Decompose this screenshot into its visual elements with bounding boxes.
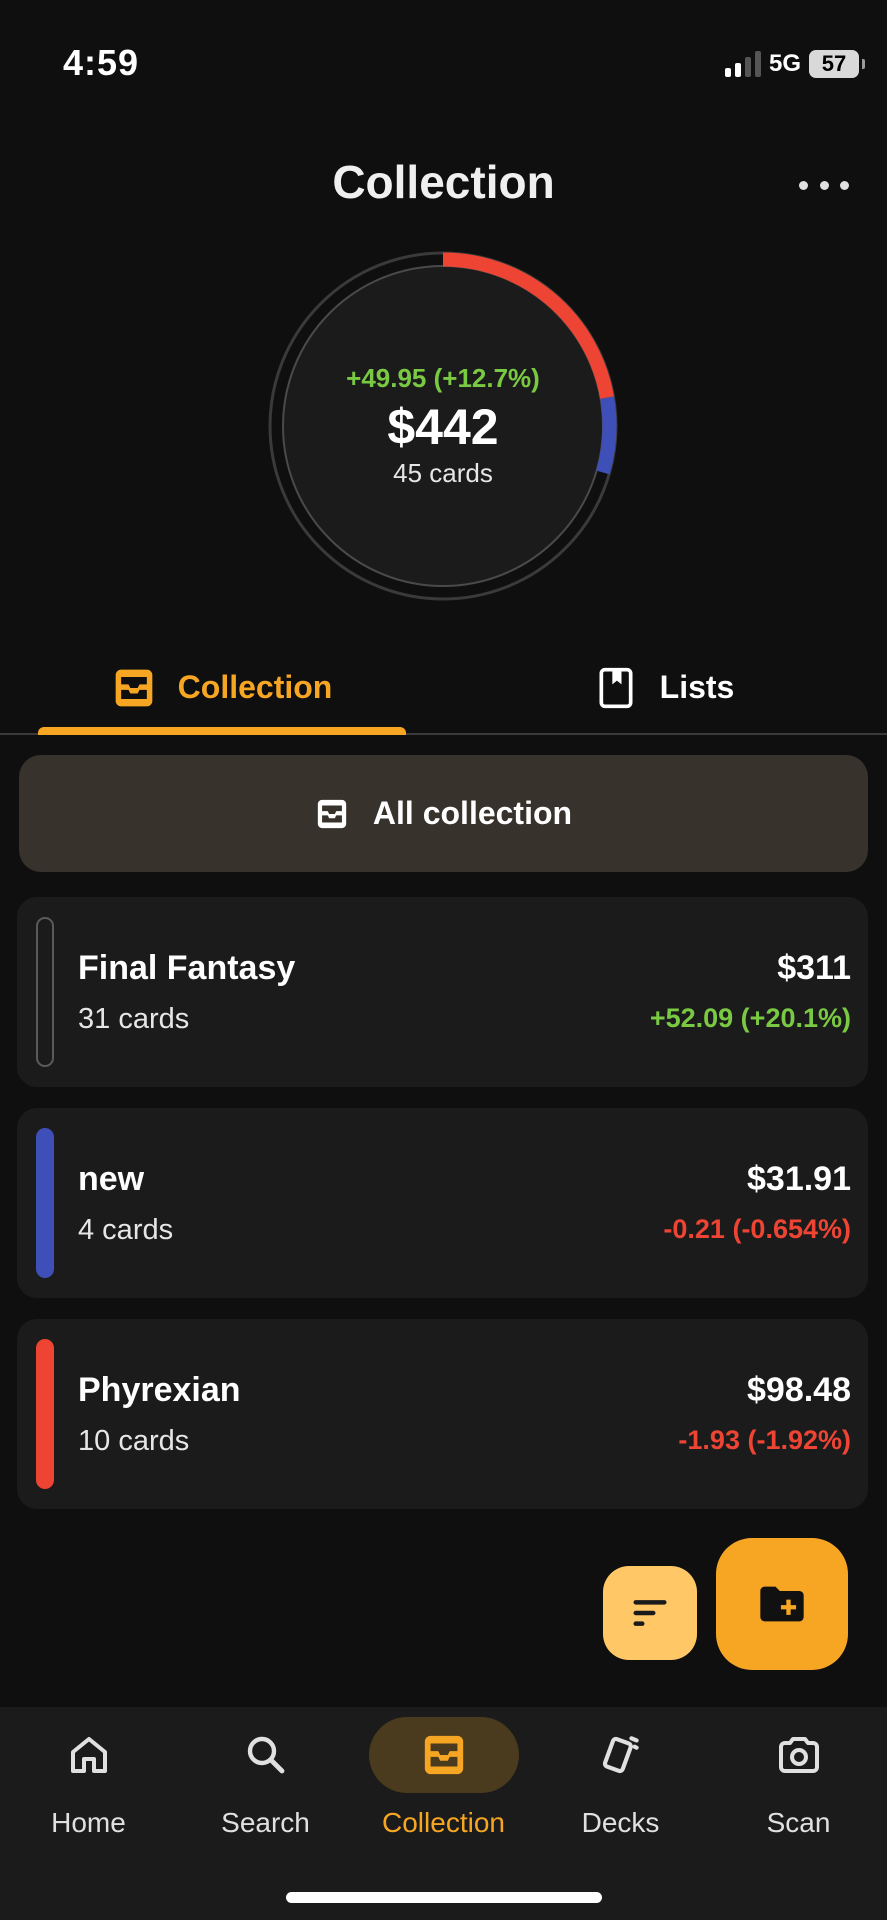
tab-lists[interactable]: Lists (480, 640, 848, 735)
bottom-navigation: Home Search Collection Decks Scan (0, 1707, 887, 1920)
sort-icon (633, 1600, 667, 1626)
active-tab-indicator (38, 727, 406, 735)
network-label: 5G (768, 50, 801, 77)
list-card-count: 31 cards (78, 1003, 190, 1035)
tab-collection[interactable]: Collection (38, 640, 406, 735)
total-card-count: 45 cards (393, 458, 493, 488)
nav-search[interactable]: Search (177, 1717, 354, 1857)
list-item[interactable]: new 4 cards $31.91 -0.21 (-0.654%) (17, 1108, 868, 1298)
more-dot-icon (819, 180, 829, 190)
list-item[interactable]: Final Fantasy 31 cards $311 +52.09 (+20.… (17, 897, 868, 1087)
status-bar: 4:59 5G 57 (0, 0, 887, 130)
folder-add-icon (760, 1586, 804, 1622)
all-collection-button[interactable]: All collection (19, 755, 868, 872)
tab-lists-label: Lists (659, 669, 735, 705)
inbox-tray-icon (115, 669, 152, 706)
page-title: Collection (332, 156, 555, 208)
all-collection-label: All collection (372, 795, 573, 831)
list-item[interactable]: Phyrexian 10 cards $98.48 -1.93 (-1.92%) (17, 1319, 868, 1509)
book-icon (599, 667, 633, 708)
list-change: -0.21 (-0.654%) (663, 1214, 851, 1244)
list-color-bar (36, 1128, 54, 1278)
nav-collection[interactable]: Collection (355, 1717, 532, 1857)
home-icon (70, 1737, 107, 1773)
cards-icon (602, 1736, 639, 1774)
home-indicator (286, 1892, 602, 1903)
list-change: +52.09 (+20.1%) (649, 1003, 851, 1033)
list-value: $31.91 (747, 1160, 851, 1198)
nav-decks-label: Decks (581, 1807, 660, 1838)
inbox-tray-icon (317, 799, 347, 828)
list-card-count: 10 cards (78, 1425, 190, 1457)
collection-value-ring: +49.95 (+12.7%) $442 45 cards (267, 250, 619, 602)
sort-button[interactable] (603, 1566, 697, 1660)
nav-home-label: Home (51, 1807, 126, 1838)
list-color-bar (36, 1339, 54, 1489)
more-dot-icon (840, 180, 849, 190)
search-icon (247, 1736, 284, 1774)
total-value: $442 (387, 399, 499, 455)
nav-search-label: Search (221, 1807, 310, 1838)
nav-home[interactable]: Home (0, 1717, 177, 1857)
signal-icon (724, 51, 761, 77)
list-name: Final Fantasy (78, 949, 296, 987)
status-indicators: 5G 57 (724, 50, 865, 78)
total-change: +49.95 (+12.7%) (346, 363, 540, 393)
list-card-count: 4 cards (78, 1214, 174, 1246)
tab-bar: Collection Lists (0, 640, 887, 735)
camera-icon (778, 1737, 819, 1773)
list-name: new (78, 1160, 145, 1198)
list-value: $98.48 (747, 1371, 851, 1409)
nav-collection-label: Collection (382, 1807, 505, 1838)
more-dot-icon (799, 180, 808, 190)
inbox-tray-icon (424, 1735, 463, 1775)
battery-icon: 57 (809, 50, 865, 78)
list-change: -1.93 (-1.92%) (678, 1425, 851, 1455)
list-name: Phyrexian (78, 1371, 241, 1409)
list-value: $311 (777, 949, 851, 987)
status-time: 4:59 (63, 42, 140, 83)
tab-collection-label: Collection (177, 669, 333, 705)
more-options-button[interactable] (799, 165, 849, 205)
list-color-bar (36, 917, 54, 1067)
nav-scan-label: Scan (766, 1807, 831, 1838)
add-list-button[interactable] (716, 1538, 848, 1670)
nav-decks[interactable]: Decks (532, 1717, 709, 1857)
nav-scan[interactable]: Scan (710, 1717, 887, 1857)
